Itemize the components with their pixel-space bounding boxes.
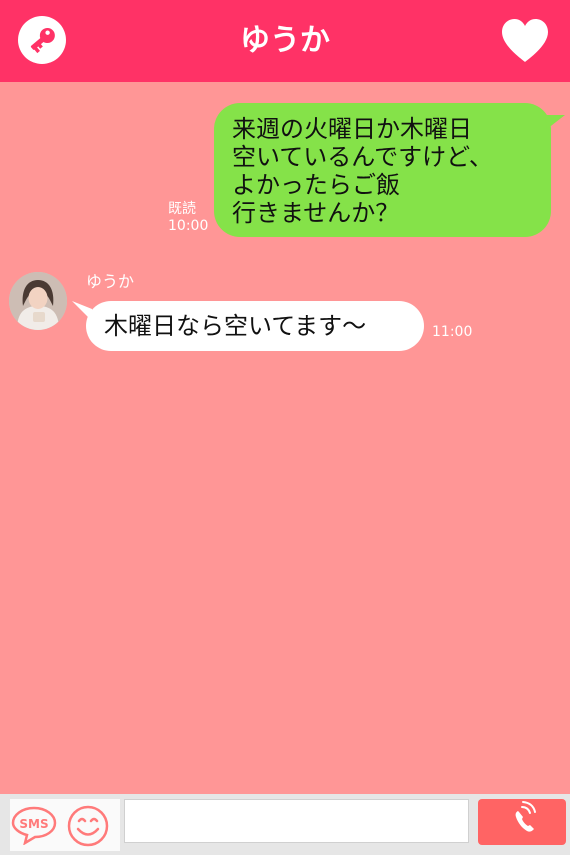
heart-icon[interactable] [500,18,550,64]
avatar[interactable] [9,272,67,330]
phone-icon [515,801,536,832]
outgoing-message-bubble: 来週の火曜日か木曜日 空いているんですけど、 よかったらご飯 行きませんか？ [214,103,565,237]
incoming-timestamp: 11:00 [432,324,473,340]
bubble-tail [545,115,565,129]
avatar-photo [9,272,67,330]
app-header: ゆうか [0,0,570,82]
smile-icon[interactable] [66,804,110,848]
incoming-message-text: 木曜日なら空いてます〜 [104,312,367,340]
sms-label: SMS [19,817,48,831]
message-input[interactable] [124,799,469,843]
bubble-tail [72,301,92,321]
input-bar: SMS [0,794,570,855]
incoming-message-bubble: 木曜日なら空いてます〜 [72,301,424,351]
call-button[interactable] [478,799,566,845]
read-receipt: 既読 [168,201,196,217]
sender-name: ゆうか [86,272,135,291]
chat-area: 来週の火曜日か木曜日 空いているんですけど、 よかったらご飯 行きませんか？ 既… [0,82,570,794]
chat-title: ゆうか [240,23,330,58]
outgoing-timestamp: 10:00 [168,218,209,234]
sms-button[interactable]: SMS [11,805,57,845]
outgoing-message-text: 来週の火曜日か木曜日 空いているんですけど、 よかったらご飯 行きませんか？ [232,115,493,227]
input-tools: SMS [10,799,120,851]
